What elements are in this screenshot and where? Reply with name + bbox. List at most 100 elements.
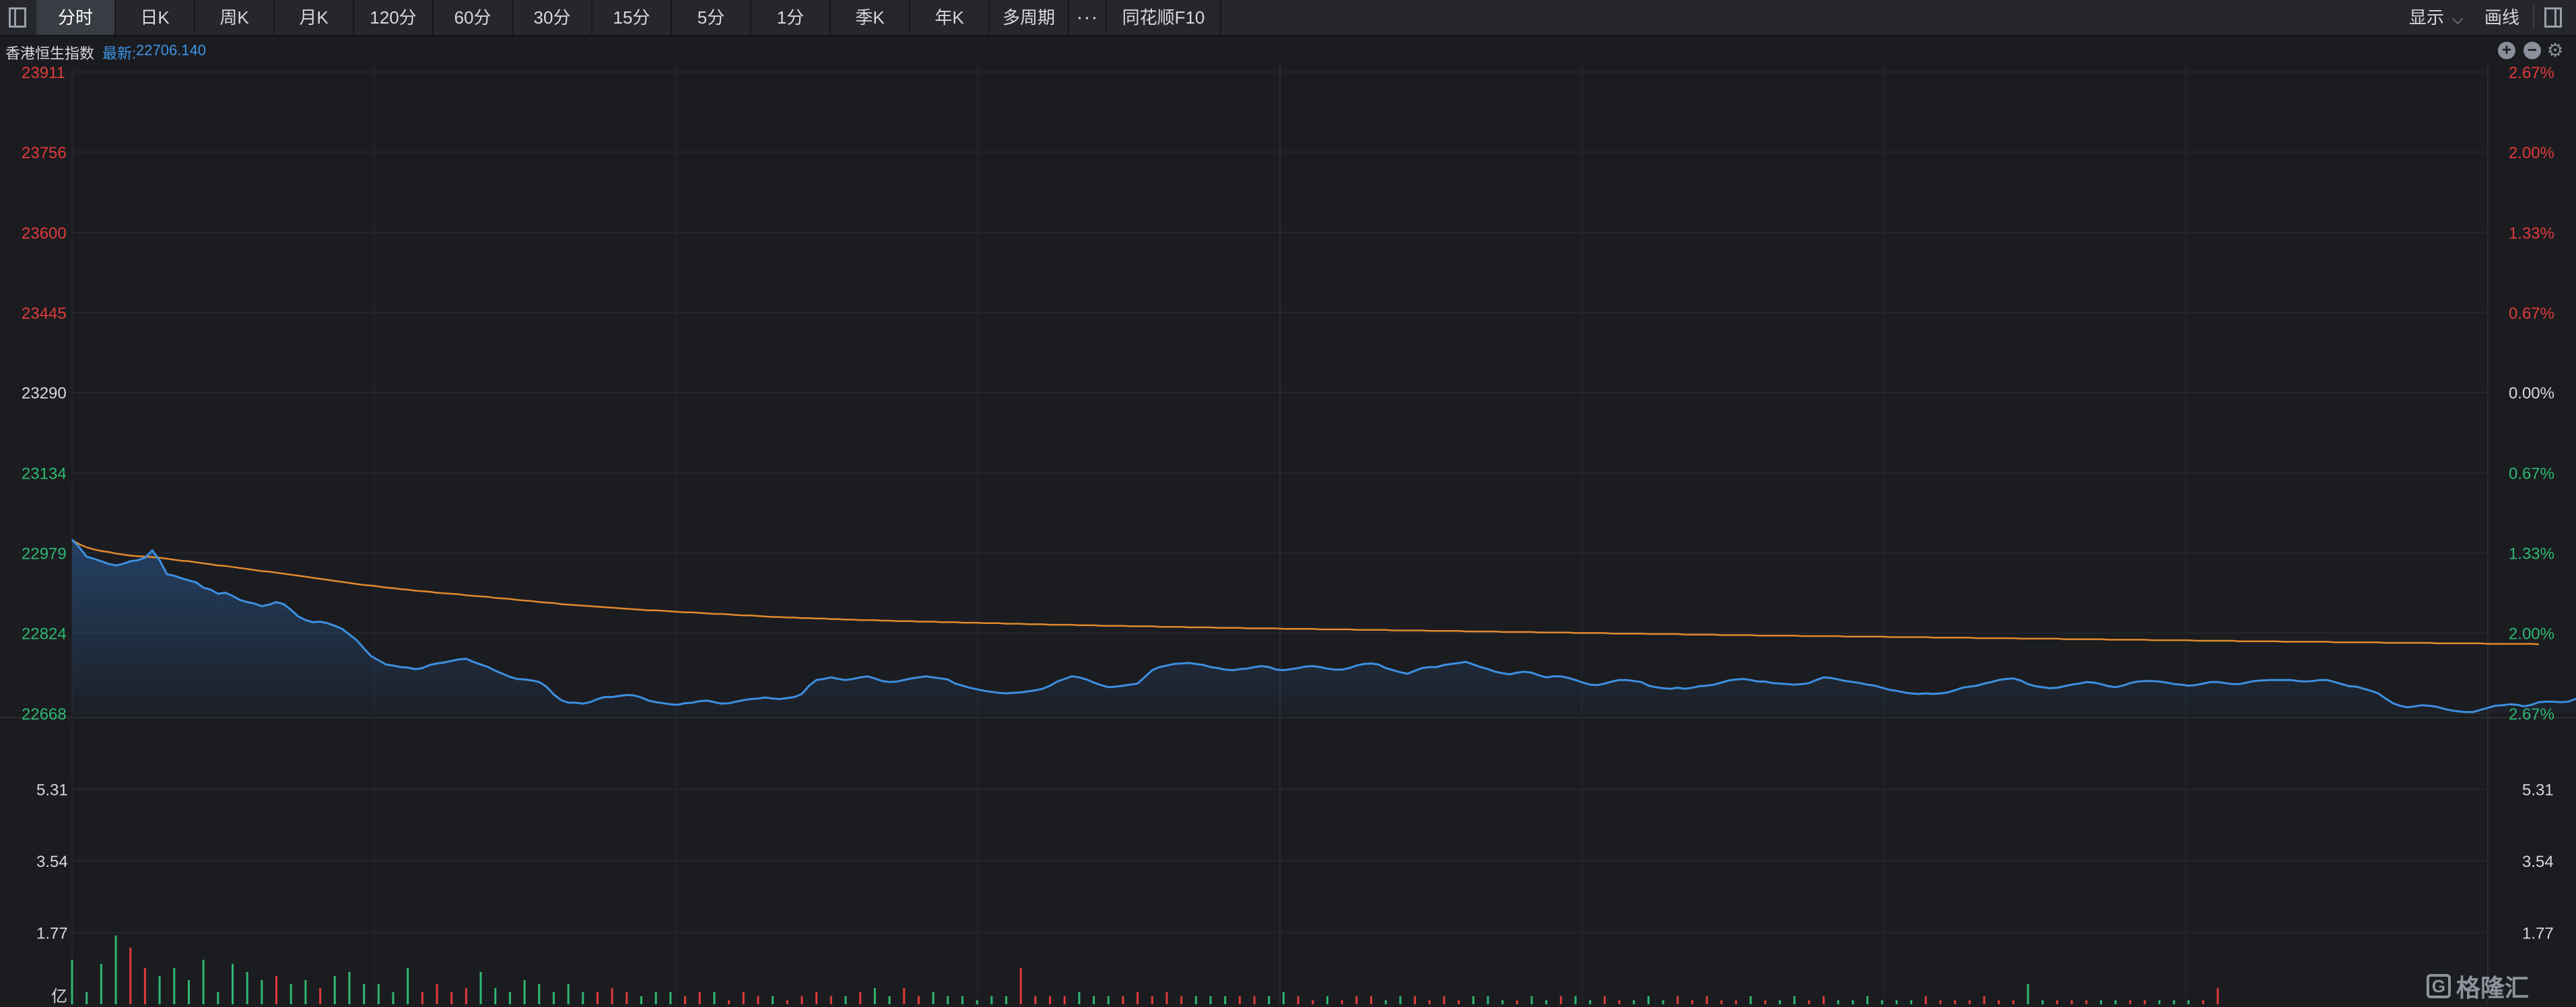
volume-bar	[450, 992, 453, 1004]
volume-bar	[1516, 1000, 1518, 1004]
volume-bar	[2070, 1000, 2073, 1004]
volume-bar	[348, 971, 351, 1004]
volume-bar	[1238, 996, 1241, 1004]
volume-bar	[772, 996, 774, 1004]
volume-tick-label: 1.77	[36, 925, 68, 943]
volume-bar	[567, 983, 570, 1004]
volume-bar	[1676, 996, 1679, 1004]
volume-bar	[1369, 996, 1372, 1004]
volume-bar	[1049, 996, 1052, 1004]
volume-bar	[713, 992, 716, 1004]
volume-bar	[1618, 1000, 1621, 1004]
volume-bar	[202, 959, 205, 1004]
volume-bar	[1458, 1000, 1460, 1004]
percent-tick-label: 0.67%	[2509, 304, 2554, 322]
volume-bar	[1939, 1000, 1942, 1004]
percent-tick-label: 1.33%	[2509, 545, 2554, 563]
volume-bar	[1414, 996, 1417, 1004]
volume-bar	[873, 987, 876, 1004]
volume-bar	[1823, 996, 1825, 1004]
price-tick-label: 23600	[22, 224, 67, 242]
volume-bar	[1019, 967, 1022, 1004]
volume-bar	[611, 987, 613, 1004]
volume-bar	[100, 963, 102, 1004]
volume-bar	[859, 992, 862, 1004]
price-tick-label: 23911	[22, 64, 65, 82]
volume-bar	[947, 996, 949, 1004]
volume-tick-label: 3.54	[2522, 853, 2554, 871]
volume-bars	[71, 935, 2219, 1004]
volume-bar	[728, 1000, 731, 1004]
volume-bar	[2012, 1000, 2014, 1004]
volume-bar	[1574, 996, 1577, 1004]
volume-bar	[1297, 996, 1299, 1004]
gelonghui-logo-icon: G	[2427, 974, 2451, 998]
volume-bar	[1837, 1000, 1839, 1004]
volume-bar	[1063, 996, 1066, 1004]
volume-bar	[1253, 996, 1256, 1004]
percent-tick-label: 0.00%	[2509, 384, 2554, 403]
volume-bar	[2202, 1000, 2204, 1004]
volume-bar	[86, 992, 88, 1004]
volume-bar	[1954, 1000, 1957, 1004]
volume-tick-label: 1.77	[2522, 925, 2554, 943]
volume-bar	[2099, 1000, 2102, 1004]
volume-bar	[1487, 996, 1489, 1004]
volume-bar	[2129, 1000, 2132, 1004]
volume-bar	[669, 992, 672, 1004]
volume-tick-label: 5.31	[36, 782, 68, 800]
volume-bar	[2216, 987, 2219, 1004]
volume-bar	[436, 983, 438, 1004]
volume-bar	[654, 992, 657, 1004]
volume-bar	[1137, 992, 1139, 1004]
volume-bar	[114, 935, 117, 1004]
volume-bar	[1779, 1000, 1782, 1004]
volume-bar	[815, 992, 818, 1004]
volume-bar	[552, 992, 555, 1004]
volume-bar	[1983, 996, 1986, 1004]
volume-bar	[421, 992, 423, 1004]
volume-bar	[990, 996, 993, 1004]
volume-bar	[158, 975, 161, 1004]
price-tick-label: 23445	[22, 304, 67, 322]
volume-bar	[2041, 1000, 2044, 1004]
volume-bar	[261, 979, 263, 1004]
volume-bar	[1647, 996, 1650, 1004]
volume-bar	[1341, 1000, 1343, 1004]
average-price-line	[71, 539, 2539, 646]
volume-bar	[1093, 996, 1095, 1004]
volume-bar	[2158, 1000, 2161, 1004]
volume-bar	[1793, 996, 1796, 1004]
volume-bar	[1705, 996, 1708, 1004]
volume-bar	[932, 992, 935, 1004]
percent-tick-label: 2.00%	[2509, 144, 2554, 162]
volume-bar	[1924, 996, 1927, 1004]
volume-bar	[2173, 1000, 2175, 1004]
intraday-chart[interactable]: 23911 23756 23600 23445 23290 23134 22979 22824…	[0, 0, 2576, 1007]
volume-bar	[844, 996, 847, 1004]
volume-bar	[1720, 1000, 1723, 1004]
volume-bar	[1122, 996, 1124, 1004]
volume-bar	[1603, 996, 1606, 1004]
volume-bar	[2085, 1000, 2088, 1004]
volume-bar	[231, 963, 234, 1004]
volume-bar	[698, 992, 701, 1004]
volume-bar	[742, 992, 745, 1004]
volume-bar	[1107, 996, 1110, 1004]
volume-bar	[1384, 1000, 1387, 1004]
volume-bar	[508, 992, 511, 1004]
volume-bar	[2114, 1000, 2117, 1004]
volume-bar	[1545, 1000, 1548, 1004]
price-tick-label: 23756	[22, 144, 67, 162]
volume-bar	[1165, 992, 1168, 1004]
volume-bar	[479, 971, 482, 1004]
volume-bar	[888, 996, 891, 1004]
volume-bar	[392, 992, 395, 1004]
volume-bar	[1005, 996, 1008, 1004]
volume-bar	[1764, 1000, 1767, 1004]
volume-bar	[377, 983, 380, 1004]
volume-bar	[1749, 996, 1752, 1004]
volume-bar	[1662, 1000, 1664, 1004]
volume-bar	[129, 947, 132, 1004]
volume-bar	[465, 987, 467, 1004]
